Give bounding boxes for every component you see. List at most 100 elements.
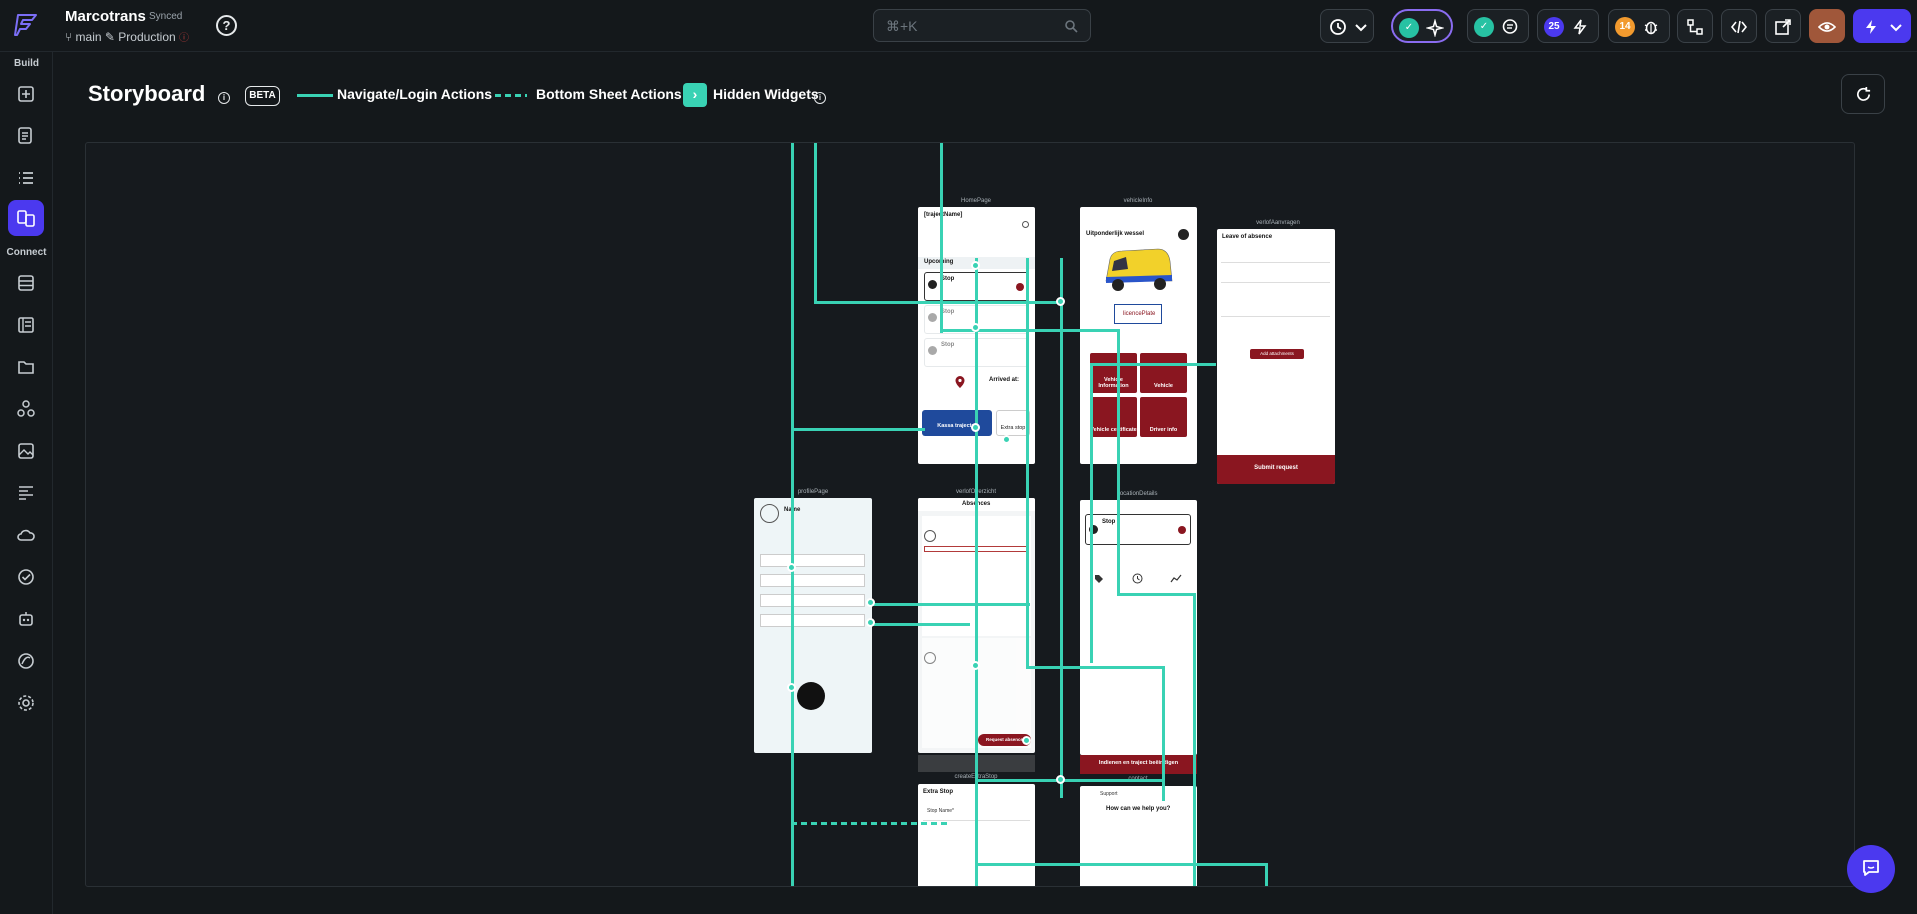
connection-line	[1090, 363, 1093, 663]
connection-line	[1193, 593, 1196, 886]
media-nav[interactable]	[8, 349, 44, 385]
tile-vehicle-information[interactable]: Vehicle Information	[1090, 353, 1137, 393]
connection-line	[1026, 258, 1029, 668]
list-icon	[19, 172, 33, 184]
page-title: Storyboard	[88, 81, 206, 106]
custom-code-nav[interactable]	[8, 391, 44, 427]
preview-button[interactable]	[1809, 9, 1845, 43]
hidden-widgets-toggle[interactable]: ›	[683, 83, 707, 107]
profile-menu-item[interactable]	[760, 614, 865, 627]
dropdown-icon[interactable]	[1178, 229, 1189, 240]
search-input[interactable]: ⌘+K	[873, 9, 1091, 42]
extra-stop-button[interactable]: Extra stop	[996, 410, 1030, 436]
description-field[interactable]	[1221, 289, 1330, 317]
avatar	[760, 504, 779, 523]
text-align-icon	[19, 486, 33, 500]
open-external-button[interactable]	[1765, 9, 1801, 43]
database-icon	[18, 275, 34, 291]
dropdown-field[interactable]	[1221, 253, 1330, 263]
integrations-icon	[18, 653, 34, 669]
stop-title: Stop	[941, 276, 955, 282]
profile-preview[interactable]: Name	[754, 498, 872, 753]
refresh-icon	[1857, 86, 1871, 101]
storyboard-canvas[interactable]: HomePage vehicleInfo verlofAanvragen pro…	[85, 142, 1855, 887]
tests-nav[interactable]	[8, 559, 44, 595]
location-preview[interactable]: Stop	[1080, 500, 1197, 755]
sparkle-icon	[1426, 19, 1444, 37]
check-icon: ✓	[1474, 17, 1494, 37]
theme-nav[interactable]	[8, 475, 44, 511]
extra-stop-label: Extra stop	[1000, 425, 1026, 431]
agent-button[interactable]: ✓	[1391, 9, 1453, 43]
profile-menu-item[interactable]	[760, 554, 865, 567]
code-button[interactable]	[1721, 9, 1757, 43]
leave-preview[interactable]: Leave of absence Add attachments Submit …	[1217, 229, 1335, 484]
connection-line	[1265, 863, 1268, 886]
legend-dashed-line	[495, 94, 527, 97]
connection-dot	[1002, 435, 1011, 444]
layers-nav[interactable]	[8, 160, 44, 196]
agents-nav[interactable]	[8, 601, 44, 637]
comment-icon	[1502, 19, 1518, 34]
add-page-nav[interactable]	[8, 76, 44, 112]
legend-navigate-label: Navigate/Login Actions	[337, 86, 493, 102]
cloud-icon	[17, 529, 35, 541]
contact-preview[interactable]: Support How can we help you?	[1080, 786, 1197, 886]
profile-menu-item[interactable]	[760, 594, 865, 607]
support-chat-button[interactable]	[1847, 845, 1895, 893]
widget-tree-nav[interactable]	[8, 118, 44, 154]
comments-button[interactable]: ✓	[1467, 9, 1529, 43]
dropdown-field[interactable]	[1221, 273, 1330, 283]
info-icon[interactable]: i	[218, 92, 230, 104]
license-plate: licencePlate	[1114, 304, 1162, 324]
integrations-nav[interactable]	[8, 643, 44, 679]
branch-selector[interactable]: ⑂ main ✎ Production ⓘ	[65, 29, 189, 44]
upcoming-label: Upcoming	[924, 259, 954, 265]
stop-marker-icon	[928, 346, 937, 355]
profile-menu-item[interactable]	[760, 574, 865, 587]
tile-vehicle-certificate[interactable]: Vehicle certificate	[1090, 397, 1137, 437]
help-button[interactable]: ?	[216, 15, 237, 36]
storyboard-nav[interactable]	[8, 200, 44, 236]
run-button[interactable]	[1853, 9, 1911, 43]
stop-name-field[interactable]: Stop Name*	[927, 808, 954, 814]
history-button[interactable]	[1320, 9, 1374, 43]
tile-vehicle[interactable]: Vehicle	[1140, 353, 1187, 393]
warnings-count: 25	[1544, 17, 1564, 37]
add-attachments-button[interactable]: Add attachments	[1250, 349, 1304, 359]
info-icon[interactable]: i	[814, 92, 826, 104]
database-nav[interactable]	[8, 265, 44, 301]
vehicleinfo-preview[interactable]: Uitponderlijk wessel licencePlate Vehicl…	[1080, 207, 1197, 464]
refresh-button[interactable]	[1841, 74, 1885, 114]
connection-dot	[787, 563, 796, 572]
tile-driver-info[interactable]: Driver info	[1140, 397, 1187, 437]
status-dot	[1016, 283, 1024, 291]
connection-line	[814, 301, 1062, 304]
git-branch-icon	[1687, 19, 1703, 35]
connection-line	[791, 428, 925, 431]
branching-button[interactable]	[1677, 9, 1713, 43]
image-icon	[18, 443, 34, 459]
eye-icon	[1818, 22, 1836, 32]
settings-nav[interactable]	[8, 685, 44, 721]
assets-nav[interactable]	[8, 433, 44, 469]
connection-dot	[971, 661, 980, 670]
connection-dot	[1056, 775, 1065, 784]
avatar	[924, 530, 936, 542]
connection-dot	[866, 618, 875, 627]
connection-line	[1117, 329, 1120, 594]
cloud-nav[interactable]	[8, 517, 44, 553]
app-state-nav[interactable]	[8, 307, 44, 343]
change-route-button[interactable]: Kassa trajecter	[922, 410, 992, 436]
change-route-label: Kassa trajecter	[937, 423, 977, 429]
chat-icon	[1863, 860, 1879, 876]
project-name[interactable]: Marcotrans	[65, 8, 146, 25]
bug-icon	[1644, 21, 1658, 35]
status-dot	[1178, 526, 1186, 534]
warnings-button[interactable]: 25	[1537, 9, 1599, 43]
submit-request-button[interactable]: Submit request	[1217, 455, 1335, 484]
issues-button[interactable]: 14	[1608, 9, 1670, 43]
location-submit-button[interactable]: Indienen en traject beëindigen	[1080, 755, 1197, 774]
flutterflow-logo-icon[interactable]	[12, 10, 42, 40]
left-navigation: Build Connect	[0, 52, 53, 914]
